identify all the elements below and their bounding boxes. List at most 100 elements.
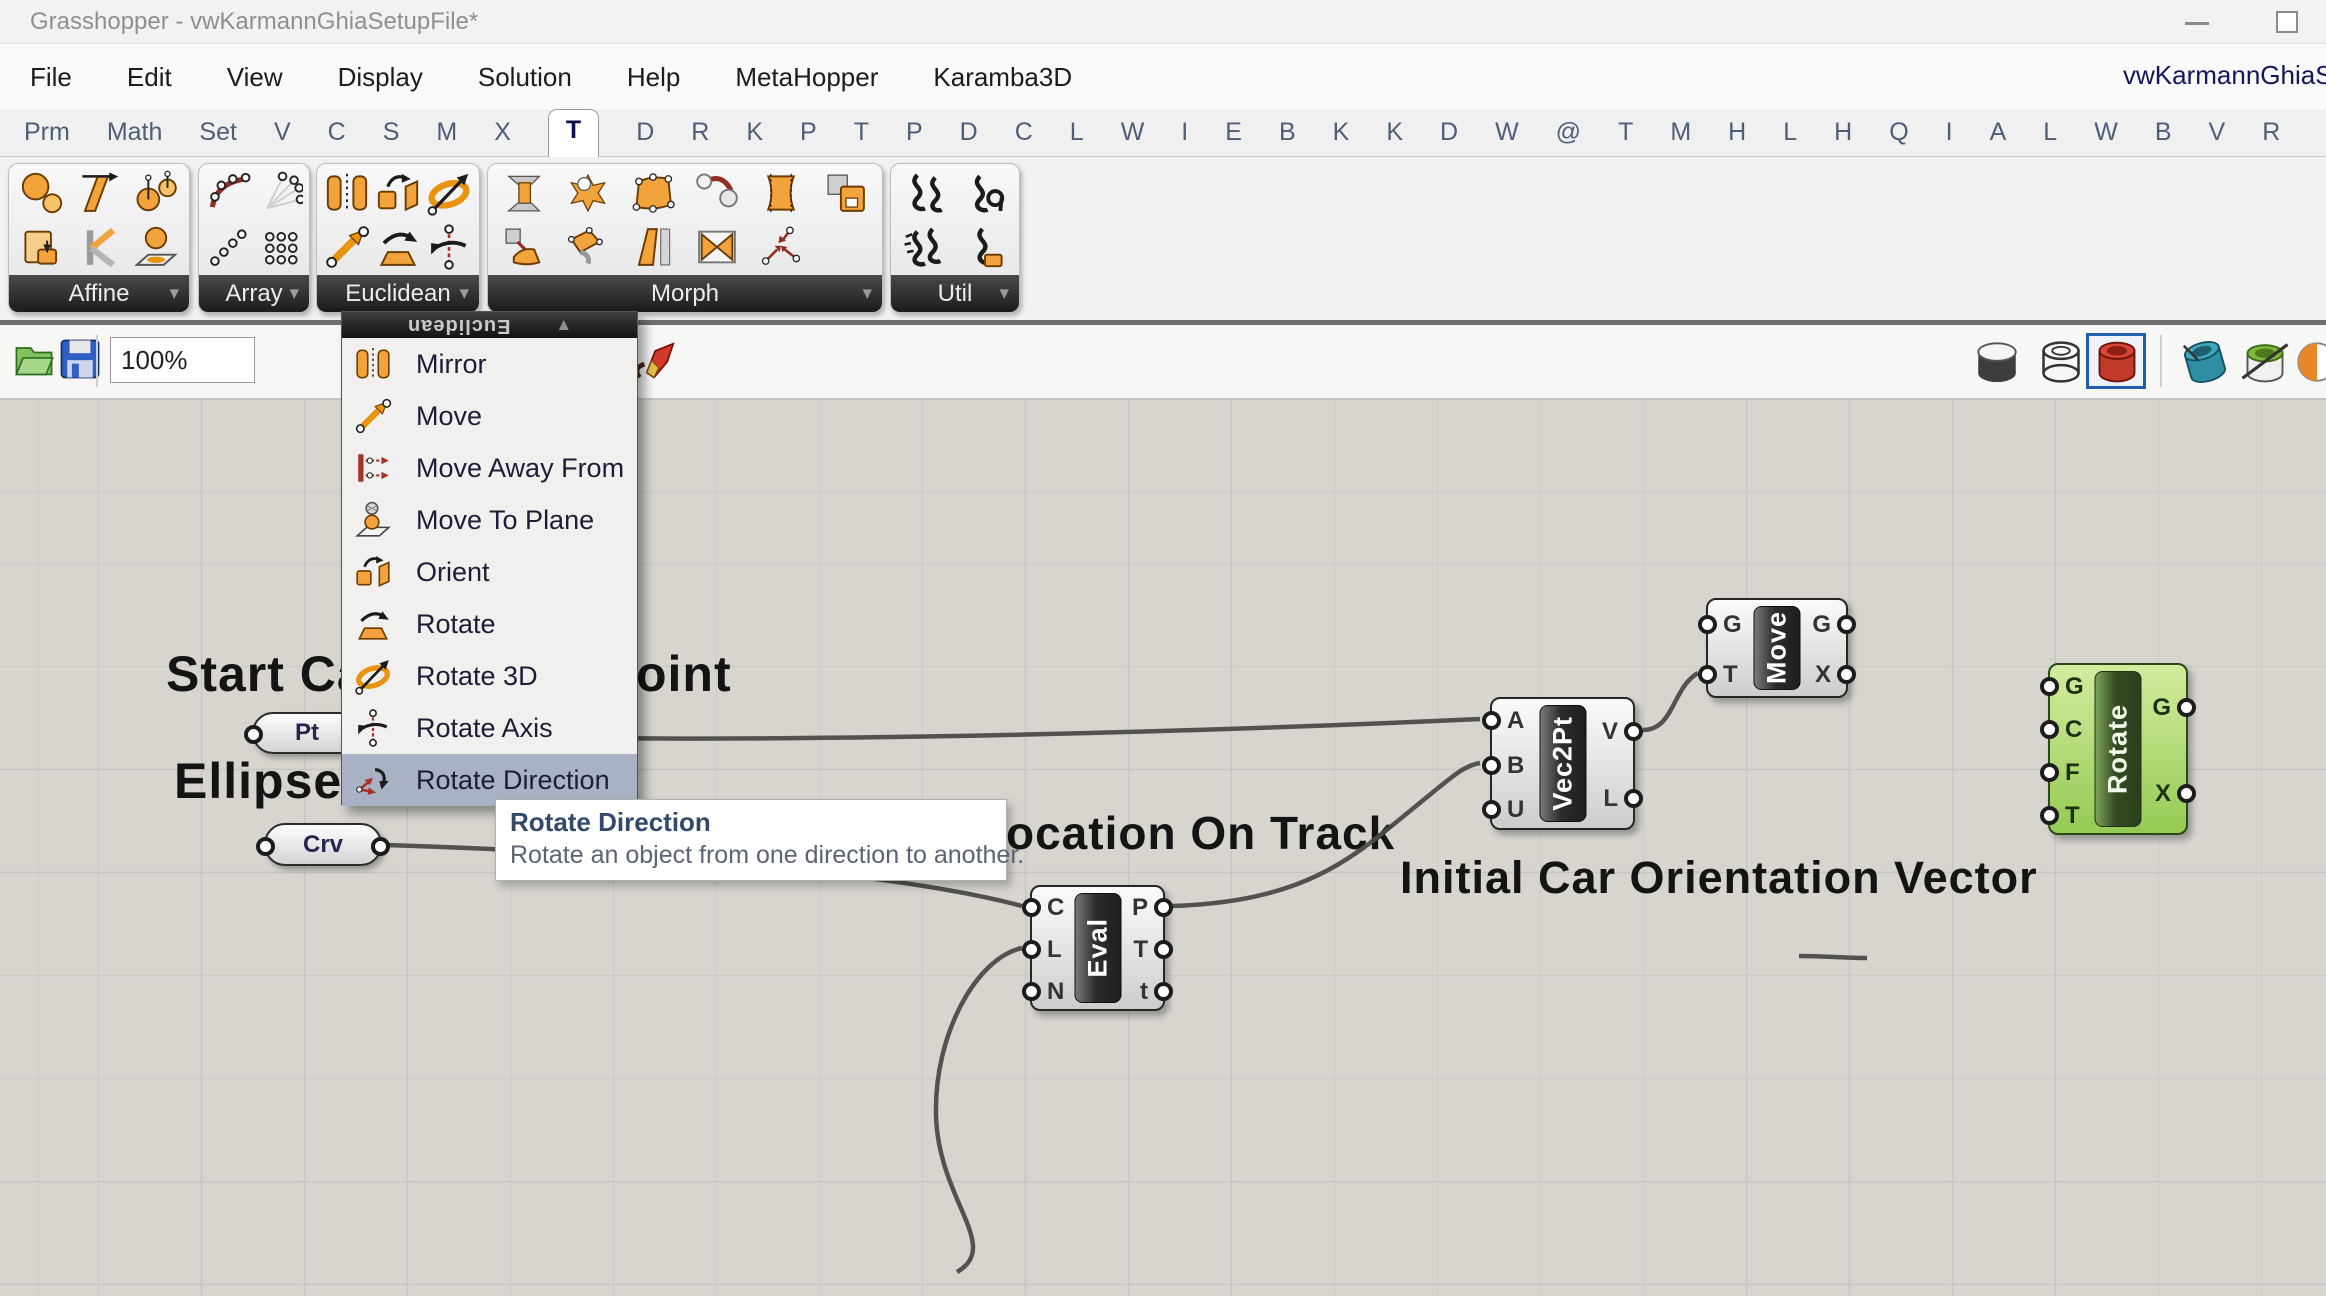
tab-c-4[interactable]: C: [328, 112, 346, 156]
input-nub-C[interactable]: [2040, 720, 2059, 739]
tab-l-17[interactable]: L: [1070, 112, 1084, 156]
mirror-icon[interactable]: [321, 166, 372, 220]
tab-k-23[interactable]: K: [1386, 112, 1403, 156]
menu-item-rotate[interactable]: Rotate: [342, 598, 637, 650]
orient-icon[interactable]: [372, 166, 423, 220]
tab-l-35[interactable]: L: [2043, 112, 2057, 156]
rotate-icon[interactable]: [372, 220, 423, 274]
scale-icon[interactable]: [13, 166, 70, 220]
menu-item-help[interactable]: Help: [627, 62, 680, 93]
sporph-icon[interactable]: [492, 220, 556, 274]
output-nub-X[interactable]: [2177, 784, 2196, 803]
component-rotate[interactable]: RotateGCFTGX: [2048, 663, 2188, 835]
input-nub-G[interactable]: [1698, 615, 1717, 634]
output-nub-G[interactable]: [2177, 698, 2196, 717]
tab-prm-0[interactable]: Prm: [24, 112, 70, 156]
input-nub-T[interactable]: [1698, 665, 1717, 684]
menu-item-orient[interactable]: Orient: [342, 546, 637, 598]
menu-item-rotate-axis[interactable]: Rotate Axis: [342, 702, 637, 754]
zoom-input[interactable]: 100%: [110, 337, 255, 383]
toolbar-group-label-euclidean[interactable]: Euclidean: [317, 275, 479, 312]
menu-item-karamba3d[interactable]: Karamba3D: [933, 62, 1072, 93]
preview-sphere-icon[interactable]: [2292, 337, 2326, 392]
menu-item-view[interactable]: View: [227, 62, 283, 93]
input-nub-B[interactable]: [1482, 756, 1501, 775]
menu-item-mirror[interactable]: Mirror: [342, 338, 637, 390]
reduce-icon[interactable]: [895, 220, 955, 274]
rebuild-icon[interactable]: [955, 166, 1015, 220]
dropdown-header[interactable]: Euclidean ▲: [342, 312, 637, 338]
chevron-down-icon[interactable]: ▾: [459, 282, 469, 305]
spatial-deform-icon[interactable]: [749, 220, 813, 274]
minimize-button[interactable]: [2185, 22, 2209, 25]
tab-v-3[interactable]: V: [274, 112, 291, 156]
component-move[interactable]: MoveGTGX: [1706, 598, 1848, 698]
chevron-down-icon[interactable]: ▾: [862, 282, 872, 305]
menu-item-move[interactable]: Move: [342, 390, 637, 442]
rotate-3d-icon[interactable]: [424, 166, 475, 220]
tab-l-30[interactable]: L: [1783, 112, 1797, 156]
twist-icon[interactable]: [685, 220, 749, 274]
polar-array-icon[interactable]: [254, 166, 305, 220]
tab-a-34[interactable]: A: [1990, 112, 2007, 156]
tab-h-29[interactable]: H: [1728, 112, 1746, 156]
toolbar-group-label-morph[interactable]: Morph: [488, 275, 882, 312]
input-nub-C[interactable]: [1022, 898, 1041, 917]
component-vec2pt[interactable]: Vec2PtABUVL: [1490, 697, 1635, 830]
rotate-axis-icon[interactable]: [424, 220, 475, 274]
tab-h-31[interactable]: H: [1834, 112, 1852, 156]
preview-dark-cylinder-icon[interactable]: [1972, 337, 2022, 392]
tab-t-27[interactable]: T: [1618, 112, 1633, 156]
output-nub-G[interactable]: [1837, 615, 1856, 634]
curve-array-icon[interactable]: [203, 166, 254, 220]
input-nub-U[interactable]: [1482, 800, 1501, 819]
input-nub-G[interactable]: [2040, 677, 2059, 696]
tab-m-28[interactable]: M: [1670, 112, 1691, 156]
box-morph-icon[interactable]: [621, 166, 685, 220]
component-eval[interactable]: EvalCLNPTt: [1030, 885, 1165, 1011]
tab-q-32[interactable]: Q: [1889, 112, 1908, 156]
linear-array-icon[interactable]: [203, 220, 254, 274]
input-nub-N[interactable]: [1022, 982, 1041, 1001]
project-icon[interactable]: [128, 220, 185, 274]
blend-icon[interactable]: [556, 166, 620, 220]
preview-shaded-red-cylinder-icon[interactable]: [2092, 337, 2142, 392]
chevron-down-icon[interactable]: ▾: [169, 282, 179, 305]
menu-item-display[interactable]: Display: [338, 62, 423, 93]
tab-v-38[interactable]: V: [2209, 112, 2226, 156]
tab-r-39[interactable]: R: [2262, 112, 2280, 156]
chevron-down-icon[interactable]: ▾: [999, 282, 1009, 305]
maximize-button[interactable]: [2276, 11, 2298, 33]
tab-e-20[interactable]: E: [1225, 112, 1242, 156]
tab-k-22[interactable]: K: [1333, 112, 1350, 156]
bend-icon[interactable]: [492, 166, 556, 220]
tab-i-19[interactable]: I: [1181, 112, 1188, 156]
menu-item-rotate-3d[interactable]: Rotate 3D: [342, 650, 637, 702]
param-crv[interactable]: Crv: [264, 823, 382, 866]
tab-t-8[interactable]: T: [548, 109, 599, 157]
tab-c-16[interactable]: C: [1015, 112, 1033, 156]
tab-d-9[interactable]: D: [636, 112, 654, 156]
chevron-down-icon[interactable]: ▾: [289, 282, 299, 305]
tab-p-14[interactable]: P: [906, 112, 923, 156]
output-nub-t[interactable]: [1154, 982, 1173, 1001]
input-nub-L[interactable]: [1022, 940, 1041, 959]
param-output-nub[interactable]: [371, 837, 390, 856]
output-nub-T[interactable]: [1154, 940, 1173, 959]
tab-k-11[interactable]: K: [746, 112, 763, 156]
tab-x-7[interactable]: X: [494, 112, 511, 156]
set-anchor-icon[interactable]: [955, 220, 1015, 274]
scale-nu-icon[interactable]: [128, 166, 185, 220]
output-nub-X[interactable]: [1837, 665, 1856, 684]
shear-icon[interactable]: [70, 166, 127, 220]
tab-@-26[interactable]: @: [1556, 112, 1581, 156]
tab-m-6[interactable]: M: [436, 112, 457, 156]
tab-b-37[interactable]: B: [2155, 112, 2172, 156]
tab-p-12[interactable]: P: [800, 112, 817, 156]
tab-d-15[interactable]: D: [960, 112, 978, 156]
shear-angle-icon[interactable]: [70, 220, 127, 274]
input-nub-F[interactable]: [2040, 763, 2059, 782]
menu-item-move-to-plane[interactable]: Move To Plane: [342, 494, 637, 546]
map-to-surface-icon[interactable]: [814, 166, 878, 220]
tab-b-21[interactable]: B: [1279, 112, 1296, 156]
